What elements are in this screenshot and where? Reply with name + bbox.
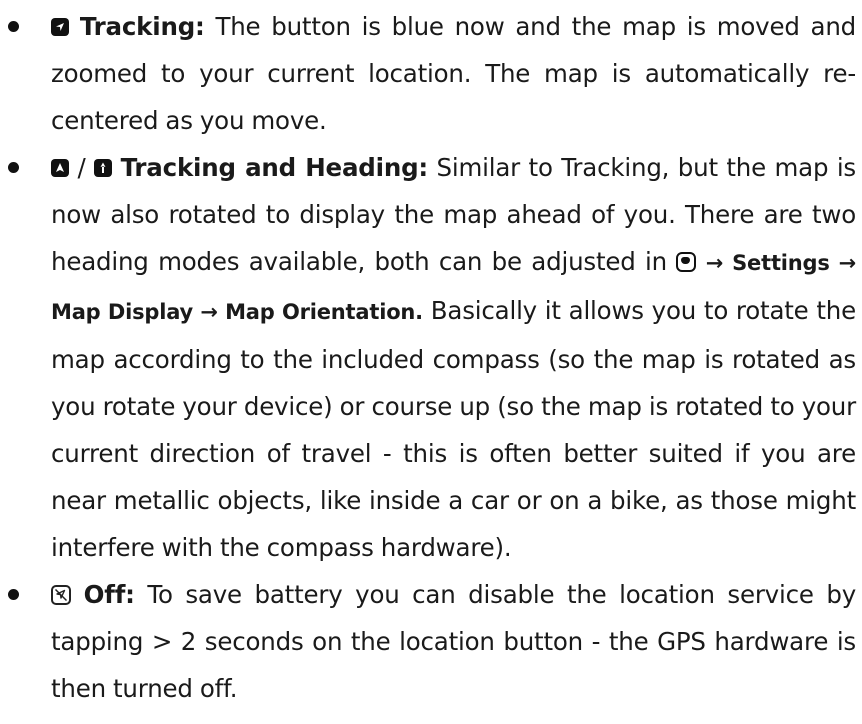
term-off: Off:: [83, 580, 135, 609]
list-item-off: Off: To save battery you can disable the…: [0, 571, 862, 712]
document-page: Tracking: The button is blue now and the…: [0, 0, 862, 724]
heading-compass-icon: [51, 159, 69, 177]
term-tracking-heading: Tracking and Heading:: [120, 153, 429, 182]
bullet-dot: [8, 162, 19, 173]
description-tracking-heading-part2: Basically it allows you to rotate the ma…: [51, 296, 856, 562]
list-item-tracking-heading: / Tracking and Heading: Similar to Track…: [0, 144, 862, 571]
bullet-dot: [8, 21, 19, 32]
description-off: To save battery you can disable the loca…: [51, 580, 856, 703]
list-item-tracking: Tracking: The button is blue now and the…: [0, 3, 862, 144]
mode-list: Tracking: The button is blue now and the…: [0, 3, 862, 712]
location-off-icon: [51, 585, 71, 605]
menu-icon: [676, 252, 697, 272]
bullet-dot: [8, 589, 19, 600]
term-tracking: Tracking:: [79, 12, 205, 41]
heading-course-icon: [94, 159, 113, 177]
tracking-icon: [51, 18, 69, 36]
icon-separator: /: [69, 153, 95, 182]
